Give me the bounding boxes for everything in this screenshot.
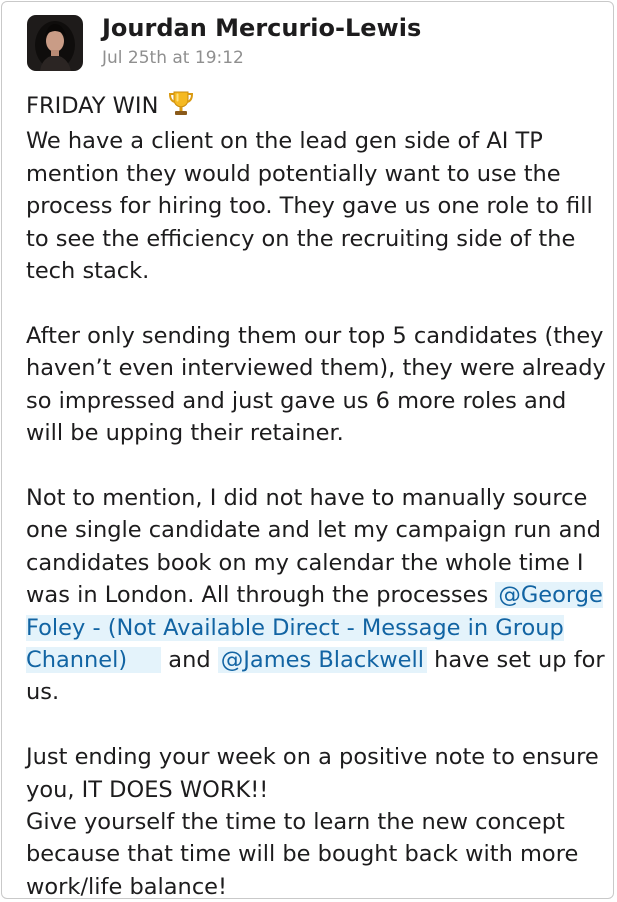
paragraph-1: We have a client on the lead gen side of… (26, 128, 593, 285)
avatar[interactable] (27, 15, 83, 71)
trophy-icon (168, 90, 194, 125)
paragraph-3-mid: and (161, 646, 218, 673)
paragraph-4: Just ending your week on a positive note… (26, 744, 599, 899)
title-line: FRIDAY WIN (26, 93, 159, 119)
author-name[interactable]: Jourdan Mercurio-Lewis (102, 14, 421, 42)
paragraph-2: After only sending them our top 5 candid… (26, 322, 606, 447)
mention-james-blackwell[interactable]: @James Blackwell (217, 646, 427, 673)
message-body: FRIDAY WIN We have a client on the lead … (26, 90, 606, 899)
message-card: Jourdan Mercurio-Lewis Jul 25th at 19:12… (1, 1, 614, 899)
profile-photo (27, 15, 83, 71)
message-timestamp[interactable]: Jul 25th at 19:12 (102, 48, 244, 68)
